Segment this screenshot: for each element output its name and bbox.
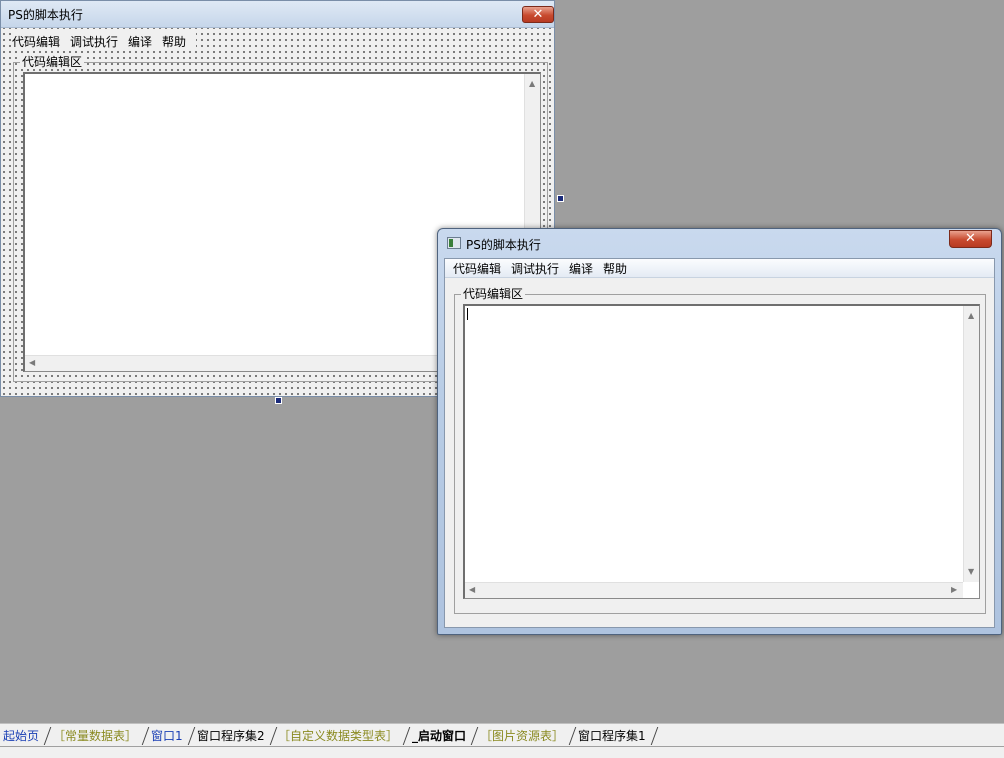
text-caret bbox=[467, 308, 468, 320]
preview-close-button[interactable]: ✕ bbox=[949, 230, 992, 248]
tab-window-assembly2[interactable]: 窗口程序集2 bbox=[190, 727, 277, 745]
scroll-up-icon[interactable]: ▲ bbox=[529, 80, 535, 88]
designer-menu-help[interactable]: 帮助 bbox=[162, 33, 186, 50]
preview-menu-debug-run[interactable]: 调试执行 bbox=[511, 260, 559, 277]
close-icon: ✕ bbox=[532, 7, 544, 22]
tab-custom-type-table[interactable]: ［自定义数据类型表］ bbox=[272, 727, 411, 745]
preview-menu-compile[interactable]: 编译 bbox=[569, 260, 593, 277]
preview-menu-help[interactable]: 帮助 bbox=[603, 260, 627, 277]
designer-window-title: PS的脚本执行 bbox=[8, 8, 83, 22]
designer-group-label: 代码编辑区 bbox=[20, 55, 85, 69]
preview-menu-code-edit[interactable]: 代码编辑 bbox=[453, 260, 501, 277]
preview-window[interactable]: PS的脚本执行 ✕ 代码编辑 调试执行 编译 帮助 代码编辑区 ▲ ▼ ◀ ▶ bbox=[437, 228, 1002, 635]
tab-startup-window[interactable]: _启动窗口 bbox=[406, 727, 479, 745]
tab-constant-table[interactable]: ［常量数据表］ bbox=[46, 727, 150, 745]
preview-horizontal-scrollbar[interactable]: ◀ ▶ bbox=[465, 582, 963, 598]
close-icon: ✕ bbox=[965, 231, 976, 246]
scroll-up-icon[interactable]: ▲ bbox=[968, 312, 974, 320]
tab-image-resource-table[interactable]: ［图片资源表］ bbox=[474, 727, 577, 745]
designer-title-bar: PS的脚本执行 ✕ bbox=[1, 1, 554, 28]
preview-vertical-scrollbar[interactable]: ▲ ▼ bbox=[963, 306, 979, 582]
resize-handle-bottom[interactable] bbox=[275, 397, 282, 404]
editor-tab-strip: 起始页 ［常量数据表］ 窗口1 窗口程序集2 ［自定义数据类型表］ _启动窗口 … bbox=[0, 723, 1004, 758]
designer-menu-code-edit[interactable]: 代码编辑 bbox=[12, 33, 60, 50]
resize-handle-right[interactable] bbox=[557, 195, 564, 202]
scroll-left-icon[interactable]: ◀ bbox=[29, 359, 35, 367]
tab-window1[interactable]: 窗口1 bbox=[144, 727, 195, 745]
tab-window-assembly1[interactable]: 窗口程序集1 bbox=[572, 727, 659, 745]
preview-window-title: PS的脚本执行 bbox=[466, 238, 541, 252]
preview-group-label: 代码编辑区 bbox=[461, 287, 526, 301]
tab-start-page[interactable]: 起始页 bbox=[0, 727, 52, 745]
preview-client-area: 代码编辑 调试执行 编译 帮助 代码编辑区 ▲ ▼ ◀ ▶ bbox=[444, 258, 995, 628]
designer-close-button[interactable]: ✕ bbox=[522, 6, 554, 23]
tab-strip-divider bbox=[0, 746, 1004, 747]
designer-menu-compile[interactable]: 编译 bbox=[128, 33, 152, 50]
designer-menu-bar: 代码编辑 调试执行 编译 帮助 bbox=[12, 33, 197, 50]
scroll-right-icon[interactable]: ▶ bbox=[951, 586, 957, 594]
tab-list: 起始页 ［常量数据表］ 窗口1 窗口程序集2 ［自定义数据类型表］ _启动窗口 … bbox=[0, 727, 659, 745]
scroll-down-icon[interactable]: ▼ bbox=[968, 568, 974, 576]
scroll-left-icon[interactable]: ◀ bbox=[469, 586, 475, 594]
preview-code-edit-group[interactable]: 代码编辑区 ▲ ▼ ◀ ▶ bbox=[454, 287, 986, 614]
app-window-icon bbox=[447, 237, 461, 249]
preview-menu-bar: 代码编辑 调试执行 编译 帮助 bbox=[445, 259, 994, 278]
designer-menu-debug-run[interactable]: 调试执行 bbox=[70, 33, 118, 50]
preview-code-editor[interactable]: ▲ ▼ ◀ ▶ bbox=[463, 304, 980, 599]
